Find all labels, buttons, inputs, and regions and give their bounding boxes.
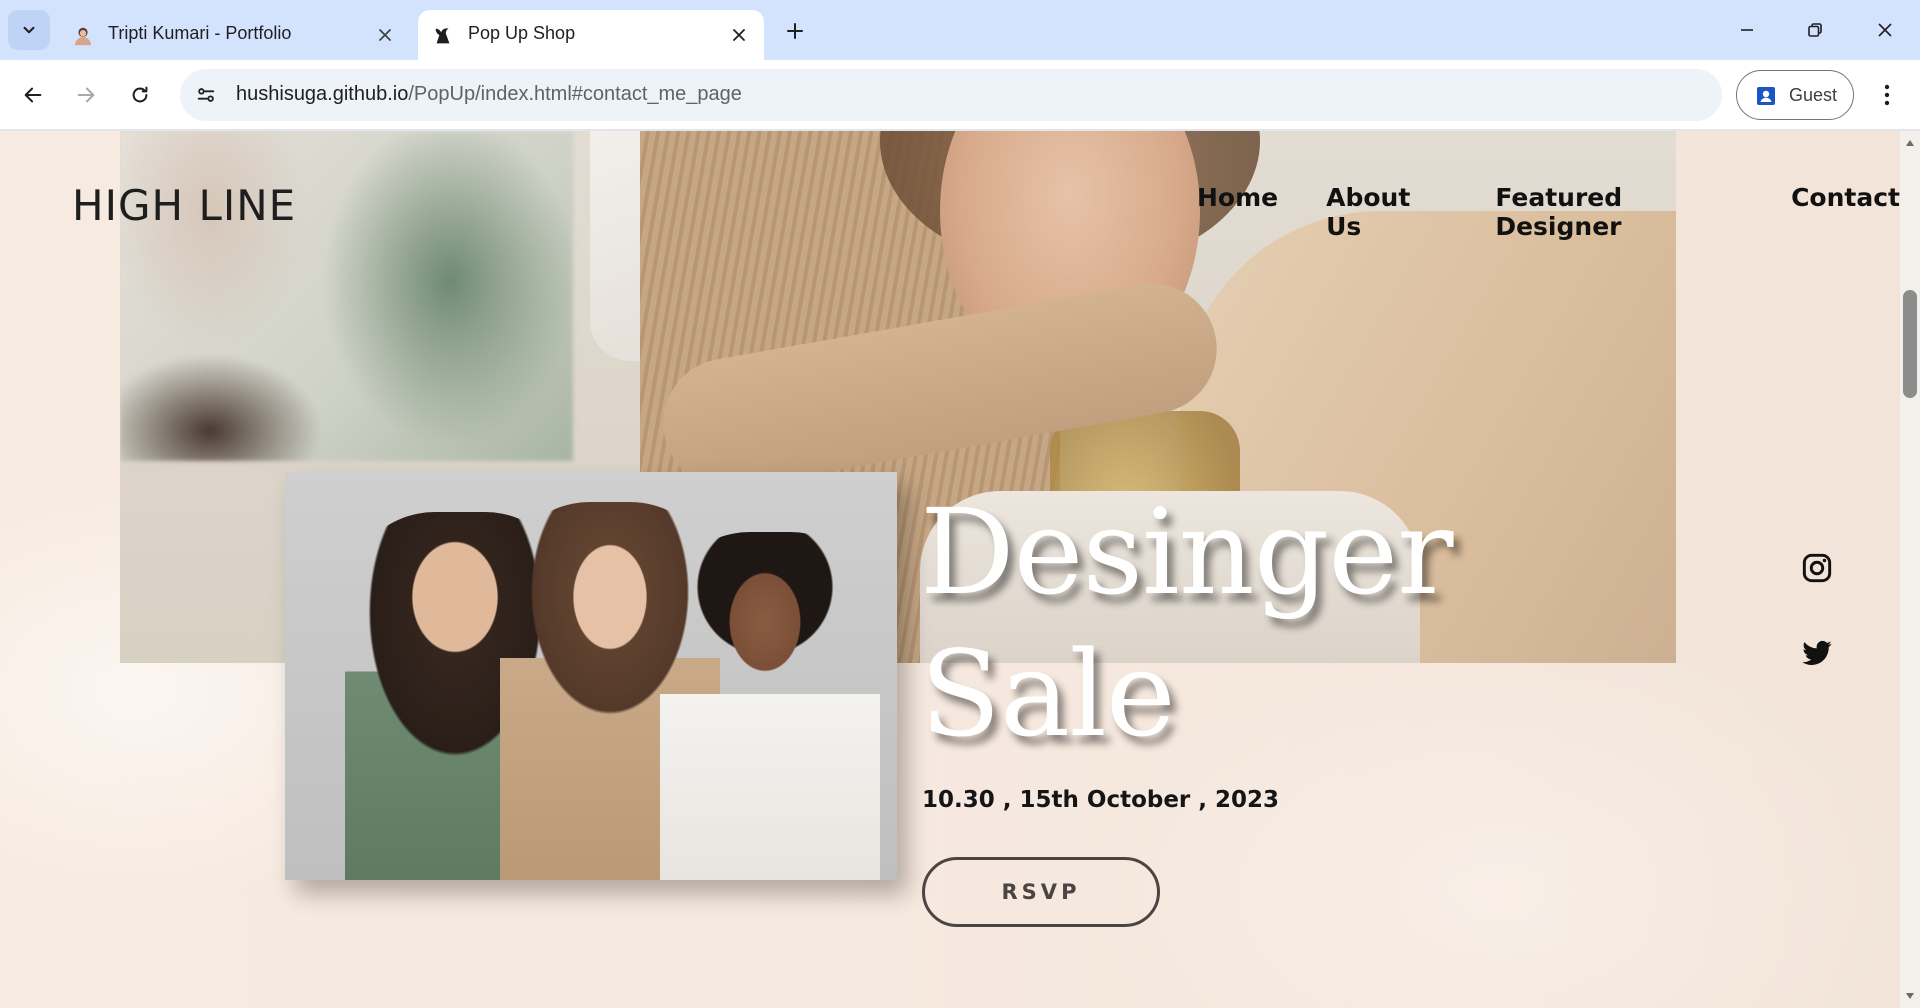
minimize-button[interactable] <box>1724 10 1770 50</box>
more-vert-icon <box>1884 84 1890 106</box>
browser-toolbar: hushisuga.github.io/PopUp/index.html#con… <box>0 60 1920 130</box>
browser-menu-button[interactable] <box>1868 76 1906 114</box>
reload-button[interactable] <box>121 76 159 114</box>
close-tab-icon[interactable] <box>374 24 396 46</box>
headline-line-2: Sale <box>920 625 1176 763</box>
headline-line-1: Desinger <box>920 483 1454 621</box>
nav-featured-designer[interactable]: Featured Designer <box>1495 183 1743 241</box>
url-host: hushisuga.github.io <box>236 83 409 105</box>
tab-title: Tripti Kumari - Portfolio <box>108 23 292 43</box>
profile-label: Guest <box>1789 85 1838 105</box>
nav-home[interactable]: Home <box>1197 183 1278 241</box>
restore-icon <box>1808 23 1822 37</box>
url-path: /PopUp/index.html#contact_me_page <box>408 83 742 105</box>
site-logo[interactable]: HIGH LINE <box>72 181 296 230</box>
scroll-down-arrow-icon[interactable] <box>1904 990 1916 1002</box>
restore-button[interactable] <box>1792 10 1838 50</box>
close-icon <box>1878 23 1892 37</box>
site-info-icon[interactable] <box>194 83 218 107</box>
instagram-icon <box>1802 553 1832 583</box>
shop-favicon-icon <box>435 28 450 44</box>
page-scrollbar[interactable] <box>1900 131 1920 1008</box>
models-group-photo <box>285 472 897 880</box>
scroll-up-arrow-icon[interactable] <box>1904 137 1916 149</box>
forward-button[interactable] <box>67 76 105 114</box>
twitter-icon <box>1802 640 1832 665</box>
plus-icon <box>787 23 803 39</box>
reload-icon <box>132 86 148 103</box>
tab-search-button[interactable] <box>8 10 50 50</box>
address-bar[interactable]: hushisuga.github.io/PopUp/index.html#con… <box>180 69 1722 121</box>
tab-pop-up-shop[interactable]: Pop Up Shop <box>418 10 764 60</box>
profile-button[interactable]: Guest <box>1736 70 1854 120</box>
twitter-link[interactable] <box>1799 635 1835 671</box>
close-window-button[interactable] <box>1862 10 1908 50</box>
profile-icon <box>1757 87 1775 105</box>
portrait-favicon-icon <box>74 27 92 46</box>
arrow-left-icon <box>24 87 42 103</box>
tab-strip: Tripti Kumari - Portfolio Pop Up Shop <box>0 0 1920 60</box>
tab-title: Pop Up Shop <box>468 23 576 43</box>
arrow-right-icon <box>77 87 95 103</box>
hero-headline: Desinger Sale <box>920 481 1454 765</box>
page-viewport: HIGH LINE Home About Us Featured Designe… <box>0 131 1900 1008</box>
main-nav: Home About Us Featured Designer Contact <box>1197 183 1900 241</box>
event-date: 10.30 , 15th October , 2023 <box>922 787 1280 813</box>
minimize-icon <box>1741 29 1753 31</box>
rsvp-button[interactable]: RSVP <box>922 857 1160 927</box>
tab-portfolio[interactable]: Tripti Kumari - Portfolio <box>58 10 410 60</box>
nav-about-us[interactable]: About Us <box>1326 183 1447 241</box>
back-button[interactable] <box>14 76 52 114</box>
new-tab-button[interactable] <box>780 16 810 46</box>
scrollbar-thumb[interactable] <box>1903 290 1917 398</box>
url-text: hushisuga.github.io/PopUp/index.html#con… <box>236 83 742 106</box>
nav-contact[interactable]: Contact <box>1791 183 1900 241</box>
instagram-link[interactable] <box>1799 550 1835 586</box>
chevron-down-icon <box>23 26 35 34</box>
close-tab-icon[interactable] <box>728 24 750 46</box>
model-white-sweater <box>660 532 880 880</box>
